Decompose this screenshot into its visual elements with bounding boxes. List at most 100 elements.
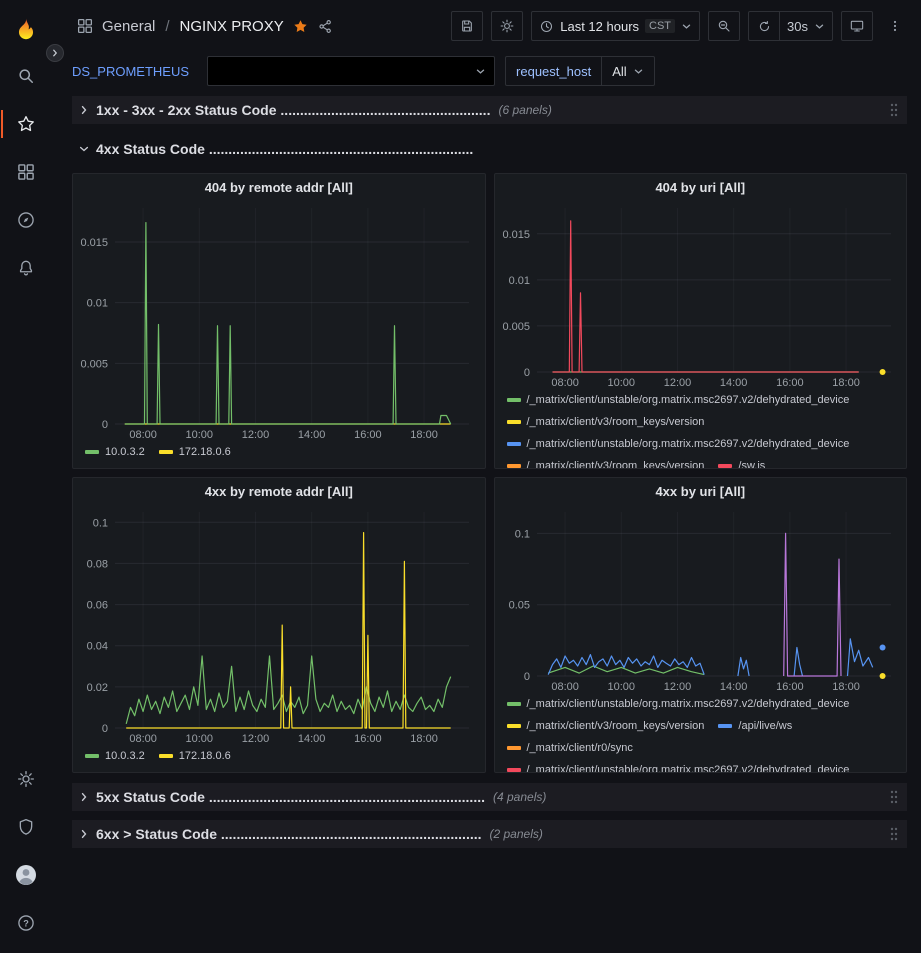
sidebar-item-search[interactable] (0, 52, 52, 100)
row-title: 5xx Status Code ........................… (96, 789, 485, 805)
svg-text:10:00: 10:00 (607, 377, 635, 389)
sidebar-item-dashboards[interactable] (0, 148, 52, 196)
shield-icon (16, 817, 36, 837)
dashboard-settings-button[interactable] (491, 11, 523, 41)
legend-item[interactable]: /_matrix/client/v3/room_keys/version (507, 456, 705, 468)
sidebar-item-help[interactable]: ? (0, 899, 52, 947)
apps-grid-icon (76, 17, 94, 35)
zoom-out-time-button[interactable] (708, 11, 740, 41)
svg-text:0.05: 0.05 (508, 600, 529, 612)
row-drag-handle[interactable] (889, 826, 899, 842)
svg-text:12:00: 12:00 (242, 429, 270, 441)
svg-text:0.015: 0.015 (80, 237, 108, 249)
svg-text:08:00: 08:00 (551, 681, 579, 693)
sidebar: ? (0, 0, 52, 953)
legend-item[interactable]: /_matrix/client/unstable/org.matrix.msc2… (507, 390, 850, 410)
panel-title[interactable]: 404 by uri [All] (495, 174, 907, 200)
request-host-select[interactable]: All (602, 56, 654, 86)
legend-item[interactable]: /sw.js (718, 456, 765, 468)
legend-item[interactable]: /_matrix/client/r0/sync (507, 738, 633, 758)
time-series-chart[interactable]: 08:0010:0012:0014:0016:0018:0000.0050.01… (495, 200, 907, 390)
chevron-right-icon (78, 828, 90, 840)
zoom-out-icon (716, 18, 732, 34)
kebab-menu-button[interactable] (881, 11, 909, 41)
legend-item[interactable]: /_matrix/client/unstable/org.matrix.msc2… (507, 434, 850, 454)
legend-item[interactable]: /_matrix/client/v3/room_keys/version (507, 716, 705, 736)
legend-item[interactable]: 10.0.3.2 (85, 442, 145, 462)
row-drag-handle[interactable] (889, 789, 899, 805)
svg-text:0.06: 0.06 (87, 600, 108, 612)
time-series-chart[interactable]: 08:0010:0012:0014:0016:0018:0000.050.1 (495, 504, 907, 694)
bell-icon (16, 258, 36, 278)
svg-text:0: 0 (523, 367, 529, 379)
sidebar-item-settings[interactable] (0, 755, 52, 803)
svg-text:0: 0 (102, 723, 108, 735)
svg-text:0: 0 (102, 419, 108, 431)
drag-handle-icon (889, 826, 899, 842)
time-series-chart[interactable]: 08:0010:0012:0014:0016:0018:0000.0050.01… (73, 200, 485, 442)
avatar (14, 863, 38, 887)
legend-item[interactable]: /_matrix/client/v3/room_keys/version (507, 412, 705, 432)
row-header-6xx[interactable]: 6xx > Status Code ......................… (72, 820, 907, 848)
refresh-button[interactable] (748, 11, 780, 41)
legend-item[interactable]: /_matrix/client/unstable/org.matrix.msc2… (507, 694, 850, 714)
legend-item[interactable]: 172.18.0.6 (159, 746, 231, 766)
kebab-menu-icon (887, 18, 903, 34)
panel-title[interactable]: 404 by remote addr [All] (73, 174, 485, 200)
time-range-picker[interactable]: Last 12 hours CST (531, 11, 700, 41)
sidebar-expand-button[interactable] (46, 44, 64, 62)
row-header-4xx[interactable]: 4xx Status Code ........................… (72, 135, 907, 163)
share-icon[interactable] (317, 18, 334, 35)
row-header-5xx[interactable]: 5xx Status Code ........................… (72, 783, 907, 811)
svg-text:12:00: 12:00 (663, 681, 691, 693)
svg-text:14:00: 14:00 (719, 681, 747, 693)
row-drag-handle[interactable] (889, 102, 899, 118)
save-dashboard-button[interactable] (451, 11, 483, 41)
sidebar-item-profile[interactable] (0, 851, 52, 899)
grafana-logo[interactable] (0, 8, 52, 52)
variable-label-ds-prometheus[interactable]: DS_PROMETHEUS (72, 64, 197, 79)
svg-text:08:00: 08:00 (129, 429, 157, 441)
svg-text:0.08: 0.08 (87, 558, 108, 570)
monitor-icon (849, 18, 865, 34)
time-range-label: Last 12 hours (560, 19, 639, 34)
svg-text:0.1: 0.1 (93, 517, 108, 529)
panel-legend: 10.0.3.2 172.18.0.6 (73, 442, 485, 468)
svg-text:0.005: 0.005 (502, 321, 530, 333)
sidebar-item-explore[interactable] (0, 196, 52, 244)
toolbar-actions: Last 12 hours CST 30s (451, 11, 909, 41)
compass-icon (16, 210, 36, 230)
breadcrumb-folder[interactable]: General (102, 18, 155, 35)
svg-text:16:00: 16:00 (776, 377, 804, 389)
variable-label-request-host: request_host (505, 56, 602, 86)
svg-text:14:00: 14:00 (298, 733, 326, 745)
favorite-star-icon[interactable] (292, 18, 309, 35)
sidebar-item-alerting[interactable] (0, 244, 52, 292)
sidebar-item-starred[interactable] (0, 100, 52, 148)
refresh-interval-dropdown[interactable]: 30s (780, 11, 833, 41)
sidebar-item-server-admin[interactable] (0, 803, 52, 851)
breadcrumb-dashboard-title[interactable]: NGINX PROXY (180, 18, 284, 35)
svg-text:16:00: 16:00 (776, 681, 804, 693)
legend-item[interactable]: /_matrix/client/unstable/org.matrix.msc2… (507, 760, 850, 772)
svg-text:0.1: 0.1 (514, 528, 529, 540)
svg-text:08:00: 08:00 (129, 733, 157, 745)
datasource-select[interactable] (207, 56, 495, 86)
panel-title[interactable]: 4xx by uri [All] (495, 478, 907, 504)
legend-item[interactable]: 10.0.3.2 (85, 746, 145, 766)
legend-item[interactable]: 172.18.0.6 (159, 442, 231, 462)
panel-title[interactable]: 4xx by remote addr [All] (73, 478, 485, 504)
row-header-1xx-3xx-2xx[interactable]: 1xx - 3xx - 2xx Status Code ............… (72, 96, 907, 124)
refresh-group: 30s (748, 11, 833, 41)
tv-mode-button[interactable] (841, 11, 873, 41)
time-series-chart[interactable]: 08:0010:0012:0014:0016:0018:0000.020.040… (73, 504, 485, 746)
chevron-down-icon (681, 21, 692, 32)
svg-text:10:00: 10:00 (186, 429, 214, 441)
breadcrumb-separator: / (165, 18, 169, 35)
svg-text:0.02: 0.02 (87, 682, 108, 694)
panel-4xx-by-uri: 4xx by uri [All] 08:00 10:00 12:00 14:00 16:… (494, 477, 908, 773)
svg-text:10:00: 10:00 (607, 681, 635, 693)
star-icon (16, 114, 36, 134)
panel-legend: 10.0.3.2 172.18.0.6 (73, 746, 485, 772)
legend-item[interactable]: /api/live/ws (718, 716, 792, 736)
